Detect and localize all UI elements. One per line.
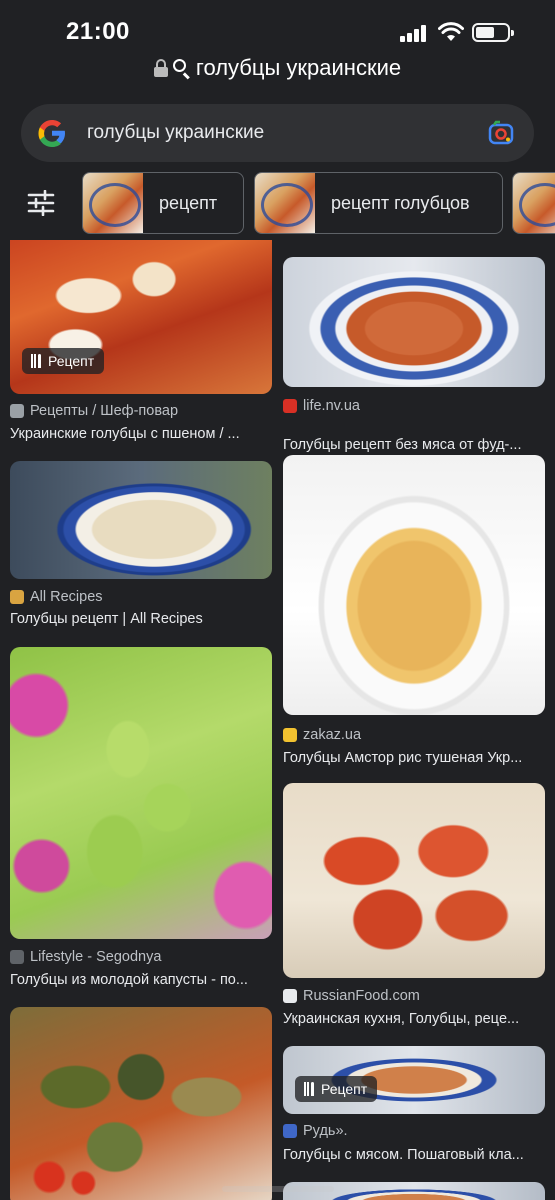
favicon-icon: [283, 989, 297, 1003]
chip-thumbnail: [255, 173, 315, 233]
chip-recipe[interactable]: рецепт: [82, 172, 244, 234]
result-title[interactable]: Голубцы из молодой капусты - по...: [10, 972, 272, 988]
chip-label: рецепт: [159, 192, 218, 213]
result-image[interactable]: Рецепт: [283, 1046, 545, 1114]
utensils-icon: [303, 1082, 315, 1096]
url-bar[interactable]: голубцы украинские: [0, 55, 555, 85]
favicon-icon: [283, 728, 297, 742]
search-input[interactable]: голубцы украинские: [87, 122, 264, 144]
result-image[interactable]: [283, 783, 545, 978]
wifi-icon: [438, 22, 464, 41]
result-source-label: life.nv.ua: [303, 398, 360, 414]
result-title[interactable]: Украинские голубцы с пшеном / ...: [10, 426, 272, 442]
result-title[interactable]: Голубцы с мясом. Пошаговый кла...: [283, 1147, 545, 1163]
result-source-label: Рецепты / Шеф-повар: [30, 403, 179, 419]
recipe-badge: Рецепт: [295, 1076, 378, 1102]
result-image[interactable]: [10, 461, 272, 579]
result-source[interactable]: zakaz.ua: [283, 727, 361, 743]
recipe-badge-label: Рецепт: [321, 1081, 368, 1097]
favicon-icon: [10, 590, 24, 604]
result-image[interactable]: [283, 257, 545, 387]
result-image[interactable]: [10, 1007, 272, 1200]
image-results-grid: Рецепт Рецепты / Шеф-повар Украинские го…: [0, 240, 555, 1200]
result-card[interactable]: Рецепт Рудь». Голубцы с мясом. Пошаговый…: [283, 1046, 545, 1200]
result-source[interactable]: All Recipes: [10, 589, 103, 605]
result-card[interactable]: [10, 1007, 272, 1200]
favicon-icon: [10, 950, 24, 964]
favicon-icon: [283, 1124, 297, 1138]
cellular-signal-icon: [400, 25, 430, 42]
result-source-label: Lifestyle - Segodnya: [30, 949, 162, 965]
url-text: голубцы украинские: [195, 55, 402, 80]
result-source-label: zakaz.ua: [303, 727, 362, 743]
google-lens-icon[interactable]: [487, 120, 515, 148]
result-source-label: All Recipes: [30, 589, 103, 605]
recipe-badge-label: Рецепт: [48, 353, 95, 369]
result-title[interactable]: Голубцы рецепт | All Recipes: [10, 611, 272, 627]
result-source[interactable]: Lifestyle - Segodnya: [10, 949, 161, 965]
result-card[interactable]: life.nv.ua Голубцы рецепт без мяса от фу…: [283, 257, 545, 453]
result-source[interactable]: life.nv.ua: [283, 398, 360, 414]
result-image[interactable]: Рецепт: [10, 240, 272, 394]
status-bar: 21:00: [0, 0, 555, 60]
recipe-badge: Рецепт: [22, 348, 105, 374]
chip-label: рецепт голубцов: [331, 192, 470, 213]
chip-thumbnail: [83, 173, 143, 233]
favicon-icon: [10, 404, 24, 418]
tune-filter-icon[interactable]: [27, 190, 55, 216]
result-source[interactable]: RussianFood.com: [283, 988, 420, 1004]
status-time: 21:00: [66, 18, 130, 45]
favicon-icon: [283, 399, 297, 413]
filter-chips-row: рецепт рецепт голубцов: [0, 170, 555, 236]
chip-more[interactable]: [512, 172, 555, 234]
result-source-label: Рудь».: [303, 1123, 348, 1139]
result-source-label: RussianFood.com: [303, 988, 420, 1004]
home-indicator: [222, 1186, 334, 1192]
battery-icon: [472, 23, 514, 42]
result-title[interactable]: Украинская кухня, Голубцы, рецe...: [283, 1011, 545, 1027]
chip-recipe-golubtsov[interactable]: рецепт голубцов: [254, 172, 503, 234]
utensils-icon: [30, 354, 42, 368]
chip-thumbnail: [513, 173, 555, 233]
result-source[interactable]: Рудь».: [283, 1123, 348, 1139]
google-logo-icon: [38, 120, 65, 147]
result-card[interactable]: Рецепт Рецепты / Шеф-повар Украинские го…: [10, 240, 272, 442]
search-icon: [172, 58, 192, 80]
result-title[interactable]: Голубцы Амстор рис тушеная Укр...: [283, 750, 545, 766]
result-image[interactable]: [10, 647, 272, 939]
result-title[interactable]: Голубцы рецепт без мяса от фуд-...: [283, 437, 545, 453]
result-source[interactable]: Рецепты / Шеф-повар: [10, 403, 178, 419]
result-card[interactable]: RussianFood.com Украинская кухня, Голубц…: [283, 783, 545, 1033]
lock-icon: [153, 59, 168, 77]
result-image[interactable]: [283, 455, 545, 715]
result-card[interactable]: zakaz.ua Голубцы Амстор рис тушеная Укр.…: [283, 455, 545, 766]
result-card[interactable]: All Recipes Голубцы рецепт | All Recipes: [10, 461, 272, 631]
search-box[interactable]: голубцы украинские: [21, 104, 534, 162]
result-card[interactable]: Lifestyle - Segodnya Голубцы из молодой …: [10, 647, 272, 988]
